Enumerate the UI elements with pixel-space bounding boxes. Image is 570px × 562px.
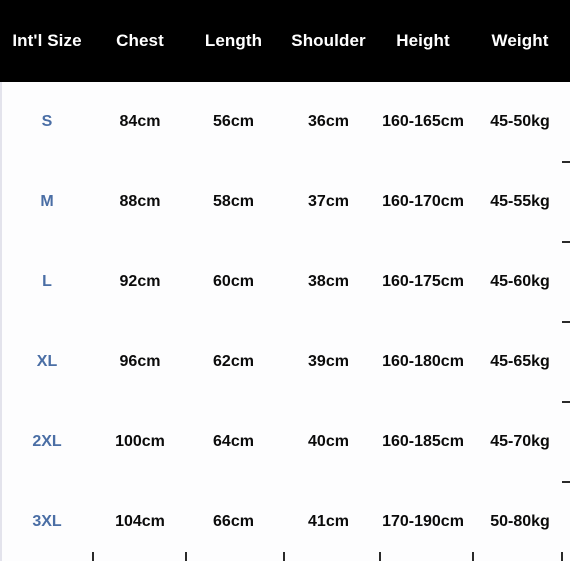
cell-size: XL (36, 353, 58, 370)
cell-height: 160-180cm (382, 353, 464, 370)
cell-chest: 84cm (119, 113, 161, 130)
cell-shoulder: 37cm (308, 193, 349, 210)
row-divider-tick (562, 161, 570, 163)
cell-shoulder: 36cm (308, 113, 349, 130)
column-divider-tick (185, 552, 187, 561)
cell-height: 170-190cm (382, 513, 464, 530)
size-chart-table: Int'l Size Chest Length Shoulder Height … (0, 0, 570, 561)
column-divider-tick (283, 552, 285, 561)
cell-size: 3XL (32, 513, 62, 530)
table-row: M 88cm 58cm 37cm 160-170cm 45-55kg (0, 162, 570, 242)
cell-chest: 100cm (115, 433, 165, 450)
column-divider-tick (561, 552, 563, 561)
cell-height: 160-170cm (382, 193, 464, 210)
table-header-row: Int'l Size Chest Length Shoulder Height … (0, 0, 570, 82)
cell-length: 60cm (213, 273, 254, 290)
cell-chest: 92cm (119, 273, 161, 290)
table-row: XL 96cm 62cm 39cm 160-180cm 45-65kg (0, 322, 570, 402)
cell-size: L (42, 273, 52, 290)
cell-weight: 45-60kg (490, 273, 550, 290)
column-divider-tick (92, 552, 94, 561)
cell-height: 160-175cm (382, 273, 464, 290)
row-divider-tick (562, 481, 570, 483)
cell-chest: 96cm (119, 353, 161, 370)
cell-length: 66cm (213, 513, 254, 530)
table-row: 2XL 100cm 64cm 40cm 160-185cm 45-70kg (0, 402, 570, 482)
column-header-weight: Weight (491, 31, 549, 50)
column-header-height: Height (396, 31, 450, 50)
cell-weight: 45-50kg (490, 113, 550, 130)
cell-height: 160-185cm (382, 433, 464, 450)
cell-size: 2XL (32, 433, 62, 450)
table-row: 3XL 104cm 66cm 41cm 170-190cm 50-80kg (0, 482, 570, 562)
row-divider-tick (562, 321, 570, 323)
table-row: S 84cm 56cm 36cm 160-165cm 45-50kg (0, 82, 570, 162)
column-header-size: Int'l Size (12, 31, 82, 50)
cell-shoulder: 38cm (308, 273, 349, 290)
column-header-length: Length (204, 31, 263, 50)
row-divider-tick (562, 241, 570, 243)
column-header-chest: Chest (116, 31, 164, 50)
cell-shoulder: 41cm (308, 513, 349, 530)
table-body: S 84cm 56cm 36cm 160-165cm 45-50kg M 88c… (0, 82, 570, 561)
cell-height: 160-165cm (382, 113, 464, 130)
cell-length: 56cm (213, 113, 254, 130)
cell-weight: 45-70kg (490, 433, 550, 450)
cell-length: 64cm (213, 433, 254, 450)
cell-weight: 45-65kg (490, 353, 550, 370)
table-row: L 92cm 60cm 38cm 160-175cm 45-60kg (0, 242, 570, 322)
column-divider-tick (379, 552, 381, 561)
column-header-shoulder: Shoulder (291, 31, 366, 50)
cell-size: S (41, 113, 53, 130)
cell-weight: 45-55kg (490, 193, 550, 210)
cell-weight: 50-80kg (490, 513, 550, 530)
cell-chest: 88cm (119, 193, 161, 210)
cell-shoulder: 40cm (308, 433, 349, 450)
cell-length: 58cm (213, 193, 254, 210)
cell-chest: 104cm (115, 513, 165, 530)
column-divider-tick (472, 552, 474, 561)
row-divider-tick (562, 401, 570, 403)
cell-size: M (40, 193, 54, 210)
cell-shoulder: 39cm (308, 353, 349, 370)
cell-length: 62cm (213, 353, 254, 370)
